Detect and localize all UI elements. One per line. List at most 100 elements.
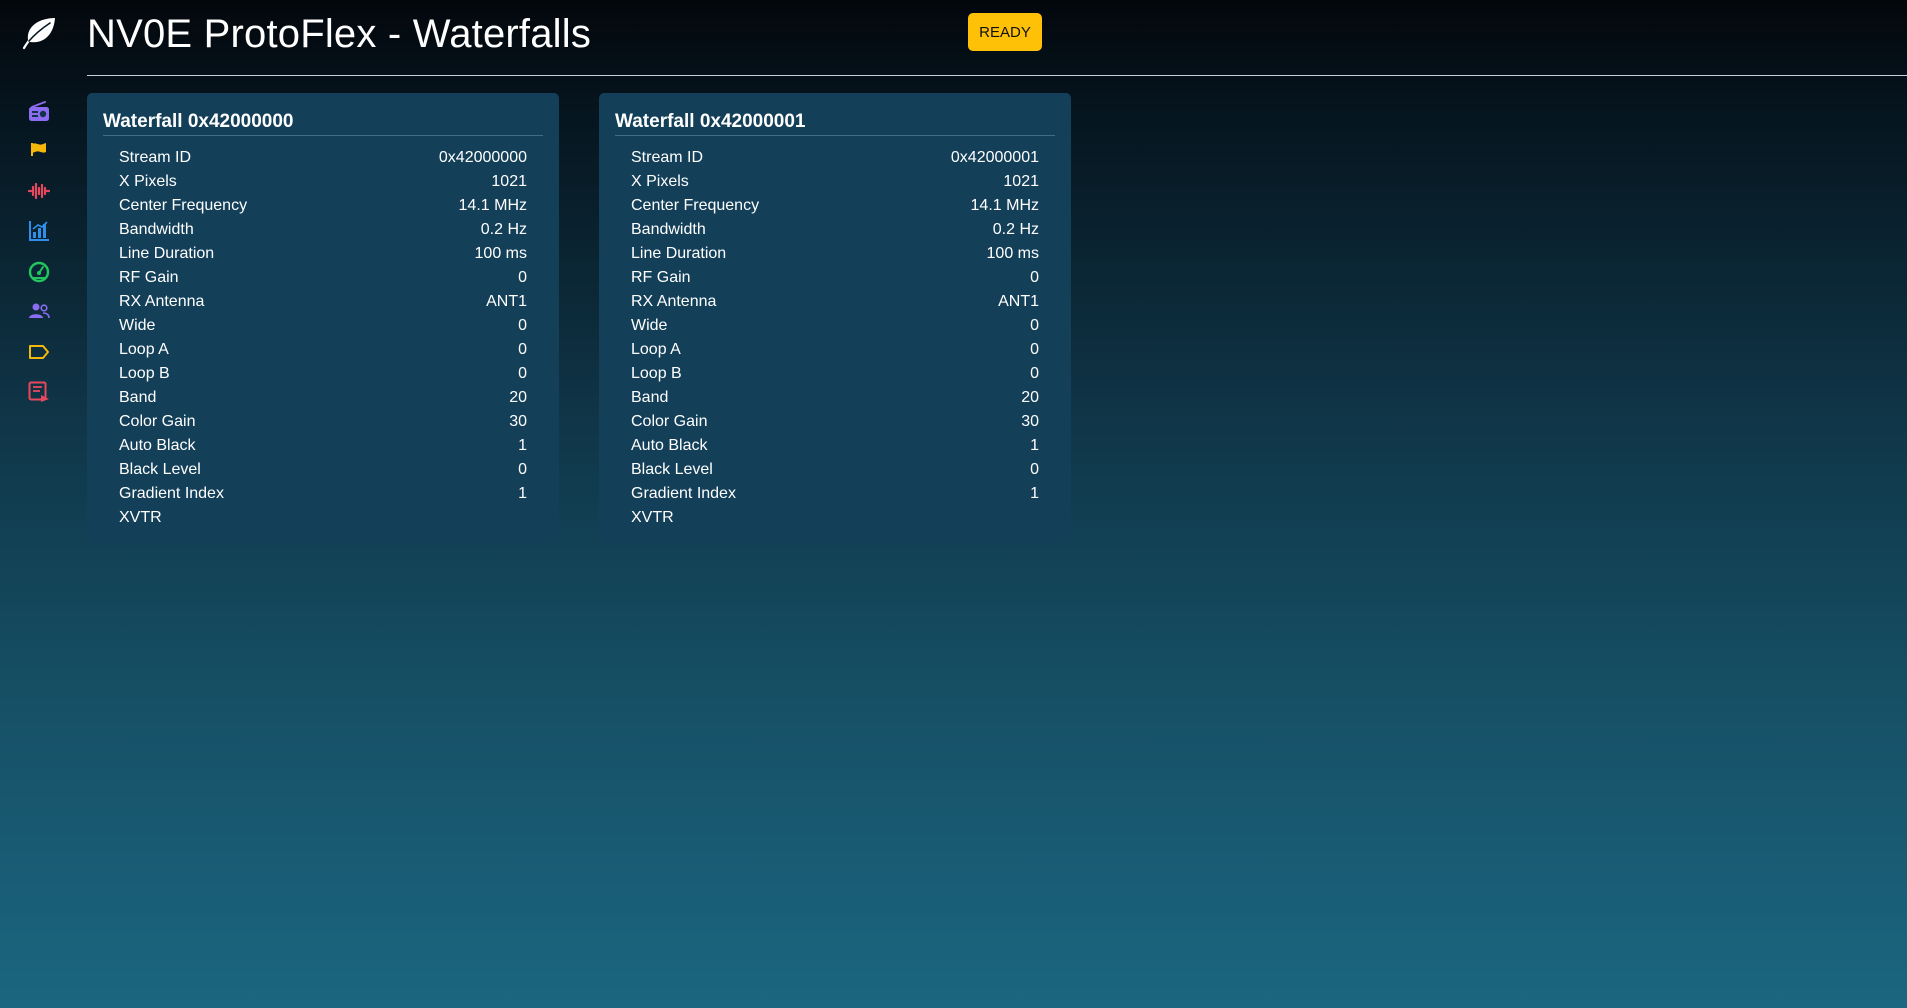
row-label: Loop A [631, 341, 681, 358]
row-label: Bandwidth [631, 221, 706, 238]
row-value: ANT1 [486, 293, 527, 310]
row-value: 14.1 MHz [970, 197, 1039, 214]
row-value: 0 [518, 341, 527, 358]
table-row: Loop A 0 [103, 338, 543, 362]
row-label: Line Duration [119, 245, 215, 262]
table-row: Line Duration 100 ms [103, 242, 543, 266]
flag-icon[interactable] [26, 136, 52, 162]
bar-chart-icon[interactable] [26, 218, 52, 244]
log-icon[interactable] [26, 379, 52, 405]
row-label: Center Frequency [631, 197, 760, 214]
row-value: 100 ms [986, 245, 1039, 262]
row-label: RF Gain [119, 269, 179, 286]
table-row: Band 20 [615, 386, 1055, 410]
table-row: RF Gain 0 [615, 266, 1055, 290]
row-value: 14.1 MHz [458, 197, 527, 214]
row-value: 1021 [491, 173, 527, 190]
row-label: X Pixels [631, 173, 689, 190]
row-value: 1 [1030, 437, 1039, 454]
row-value: 0 [1030, 341, 1039, 358]
table-row: Loop B 0 [103, 362, 543, 386]
row-label: Stream ID [631, 149, 704, 166]
row-value: 0 [518, 317, 527, 334]
table-row: Bandwidth 0.2 Hz [103, 218, 543, 242]
table-row: Loop B 0 [615, 362, 1055, 386]
radio-icon[interactable] [26, 99, 52, 125]
table-row: Stream ID 0x42000000 [103, 146, 543, 170]
row-label: X Pixels [119, 173, 177, 190]
row-label: Wide [631, 317, 668, 334]
row-value: 0 [1030, 269, 1039, 286]
table-row: Loop A 0 [615, 338, 1055, 362]
table-row: Center Frequency 14.1 MHz [615, 194, 1055, 218]
card-title: Waterfall 0x42000001 [615, 111, 1055, 136]
row-label: XVTR [119, 509, 162, 526]
leaf-icon[interactable] [20, 14, 58, 52]
row-value: 0 [1030, 317, 1039, 334]
table-row: Black Level 0 [615, 458, 1055, 482]
row-label: Wide [119, 317, 156, 334]
row-label: Black Level [631, 461, 713, 478]
table-row: X Pixels 1021 [103, 170, 543, 194]
row-label: Auto Black [631, 437, 708, 454]
row-label: Bandwidth [119, 221, 194, 238]
table-row: RX Antenna ANT1 [615, 290, 1055, 314]
row-value: 0 [518, 365, 527, 382]
users-icon[interactable] [26, 298, 52, 324]
row-value: 0x42000000 [438, 149, 527, 166]
row-value: 0 [1030, 461, 1039, 478]
page-title: NV0E ProtoFlex - Waterfalls [87, 12, 592, 56]
row-label: RX Antenna [119, 293, 205, 310]
table-row: Center Frequency 14.1 MHz [103, 194, 543, 218]
row-value: 20 [1021, 389, 1039, 406]
row-value: 1 [518, 437, 527, 454]
gauge-icon[interactable] [26, 259, 52, 285]
waterfall-card: Waterfall 0x42000001 Stream ID 0x42000001… [599, 93, 1071, 543]
row-label: Gradient Index [631, 485, 736, 502]
table-row: Stream ID 0x42000001 [615, 146, 1055, 170]
row-value: 30 [1021, 413, 1039, 430]
row-value: 1021 [1003, 173, 1039, 190]
row-value: 0x42000001 [950, 149, 1039, 166]
audio-wave-icon[interactable] [26, 178, 52, 204]
table-row: X Pixels 1021 [615, 170, 1055, 194]
row-value: 1 [1030, 485, 1039, 502]
row-label: RX Antenna [631, 293, 717, 310]
row-label: Loop A [119, 341, 169, 358]
table-row: Auto Black 1 [615, 434, 1055, 458]
row-value: 20 [509, 389, 527, 406]
row-value: 30 [509, 413, 527, 430]
row-value: 100 ms [474, 245, 527, 262]
row-label: Center Frequency [119, 197, 248, 214]
tag-icon[interactable] [26, 339, 52, 365]
row-label: Auto Black [119, 437, 196, 454]
table-row: Line Duration 100 ms [615, 242, 1055, 266]
table-row: Wide 0 [615, 314, 1055, 338]
table-row: XVTR [615, 506, 1055, 530]
table-row: Color Gain 30 [615, 410, 1055, 434]
waterfall-card: Waterfall 0x42000000 Stream ID 0x42000000… [87, 93, 559, 543]
row-value: 0.2 Hz [480, 221, 527, 238]
table-row: RF Gain 0 [103, 266, 543, 290]
row-value: 1 [518, 485, 527, 502]
table-row: Black Level 0 [103, 458, 543, 482]
table-row: Auto Black 1 [103, 434, 543, 458]
row-label: Color Gain [631, 413, 708, 430]
card-title: Waterfall 0x42000000 [103, 111, 543, 136]
row-value: 0 [518, 269, 527, 286]
row-label: Band [119, 389, 157, 406]
table-row: RX Antenna ANT1 [103, 290, 543, 314]
status-badge: READY [968, 13, 1042, 51]
row-value: 0 [1030, 365, 1039, 382]
row-label: Stream ID [119, 149, 192, 166]
row-value: 0 [518, 461, 527, 478]
table-row: Gradient Index 1 [615, 482, 1055, 506]
sidebar [0, 0, 78, 1008]
row-label: XVTR [631, 509, 674, 526]
table-row: Color Gain 30 [103, 410, 543, 434]
header-divider [87, 75, 1907, 76]
row-label: Line Duration [631, 245, 727, 262]
table-row: XVTR [103, 506, 543, 530]
row-label: RF Gain [631, 269, 691, 286]
table-row: Band 20 [103, 386, 543, 410]
